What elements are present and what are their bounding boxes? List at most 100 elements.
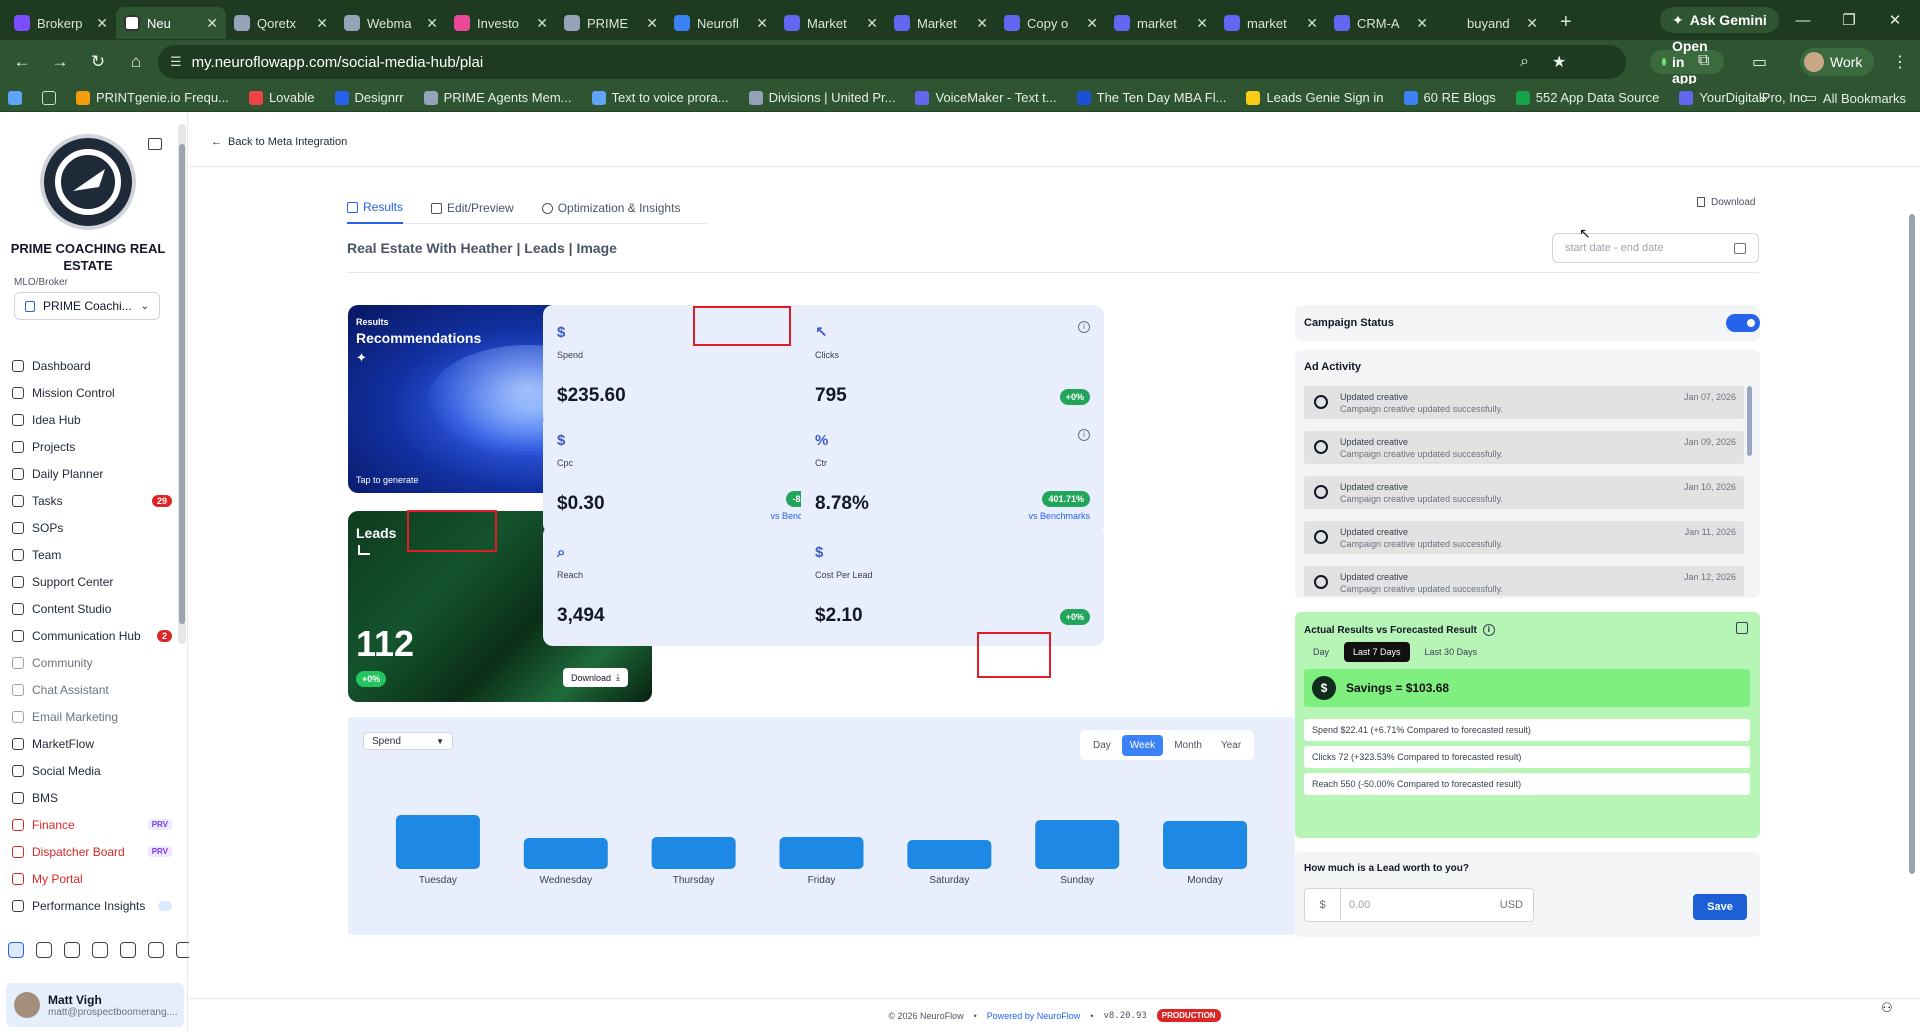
- profile-button[interactable]: Work: [1800, 48, 1875, 76]
- close-tab-icon[interactable]: ✕: [756, 15, 768, 32]
- sidebar-item-sops[interactable]: SOPs: [12, 514, 172, 541]
- user-card[interactable]: Matt Vigh matt@prospectboomerang....: [6, 983, 184, 1027]
- bar-friday[interactable]: [779, 837, 864, 869]
- video-icon[interactable]: [36, 942, 52, 958]
- sidebar-collapse-icon[interactable]: [148, 138, 162, 150]
- home-icon[interactable]: ⌂: [120, 46, 152, 78]
- browser-tab[interactable]: Market ✕: [886, 7, 996, 39]
- close-tab-icon[interactable]: ✕: [646, 15, 658, 32]
- sidebar-item-finance[interactable]: Finance PRV: [12, 811, 172, 838]
- sidebar-item-tasks[interactable]: Tasks 29: [12, 487, 172, 514]
- sidebar-item-social-media[interactable]: Social Media: [12, 757, 172, 784]
- bookmark-item[interactable]: Lovable: [248, 90, 315, 105]
- browser-tab[interactable]: Copy o ✕: [996, 7, 1106, 39]
- browser-tab[interactable]: market ✕: [1216, 7, 1326, 39]
- bar-monday[interactable]: [1163, 821, 1248, 869]
- browser-tab[interactable]: Brokerp ✕: [6, 7, 116, 39]
- bookmark-item[interactable]: 552 App Data Source: [1515, 90, 1659, 105]
- sidebar-item-chat-assistant[interactable]: Chat Assistant: [12, 676, 172, 703]
- leads-download-button[interactable]: Download ⤓: [563, 668, 629, 687]
- sidebar-item-email-marketing[interactable]: Email Marketing: [12, 703, 172, 730]
- zoom-icon[interactable]: ⌕: [1520, 53, 1529, 71]
- close-tab-icon[interactable]: ✕: [866, 15, 878, 32]
- lead-value-input[interactable]: $ 0.00 USD: [1304, 888, 1534, 922]
- sidebar-item-idea-hub[interactable]: Idea Hub: [12, 406, 172, 433]
- browser-tab[interactable]: Neu ✕: [116, 7, 226, 39]
- browser-tab[interactable]: Investo ✕: [446, 7, 556, 39]
- bar-sunday[interactable]: [1035, 820, 1120, 869]
- sidebar-item-dashboard[interactable]: Dashboard: [12, 352, 172, 379]
- info-icon[interactable]: i: [1078, 321, 1090, 333]
- camera-icon[interactable]: [8, 942, 24, 958]
- close-tab-icon[interactable]: ✕: [1196, 15, 1208, 32]
- forecast-tab[interactable]: Last 30 Days: [1416, 642, 1487, 662]
- save-button[interactable]: Save: [1693, 894, 1747, 920]
- bookmark-item[interactable]: YourDigitalPro, Inc: [1679, 90, 1807, 105]
- sidebar-scrollbar[interactable]: [178, 124, 186, 644]
- browser-tab[interactable]: PRIME ✕: [556, 7, 666, 39]
- bookmark-item[interactable]: 60 RE Blogs: [1403, 90, 1496, 105]
- bookmark-star-icon[interactable]: ★: [1552, 52, 1566, 72]
- browser-tab[interactable]: Qoretx ✕: [226, 7, 336, 39]
- bar-wednesday[interactable]: [523, 838, 608, 869]
- tab-optimization[interactable]: Optimization & Insights: [541, 192, 680, 224]
- tab-search-icon[interactable]: [42, 90, 56, 105]
- all-bookmarks-button[interactable]: ▭ All Bookmarks: [1805, 90, 1906, 106]
- close-tab-icon[interactable]: ✕: [1086, 15, 1098, 32]
- info-icon[interactable]: i: [1078, 429, 1090, 441]
- refresh-icon[interactable]: [120, 942, 136, 958]
- close-tab-icon[interactable]: ✕: [426, 15, 438, 32]
- sidebar-item-community[interactable]: Community: [12, 649, 172, 676]
- sidebar-item-support-center[interactable]: Support Center: [12, 568, 172, 595]
- bookmark-item[interactable]: Designrr: [334, 90, 404, 105]
- minimize-button[interactable]: —: [1780, 0, 1826, 40]
- activity-list[interactable]: Updated creative Campaign creative update…: [1304, 386, 1744, 596]
- settings-icon[interactable]: [148, 942, 164, 958]
- back-arrow-icon[interactable]: ←: [6, 46, 38, 78]
- info-icon[interactable]: i: [1482, 624, 1495, 636]
- sidebar-item-performance-insights[interactable]: Performance Insights: [12, 892, 172, 919]
- sidebar-item-marketflow[interactable]: MarketFlow: [12, 730, 172, 757]
- sidepanel-icon[interactable]: ▭: [1752, 52, 1767, 72]
- browser-tab[interactable]: Market ✕: [776, 7, 886, 39]
- close-tab-icon[interactable]: ✕: [316, 15, 328, 32]
- apps-icon[interactable]: [8, 90, 22, 105]
- campaign-status-toggle[interactable]: [1726, 314, 1760, 332]
- sidebar-item-content-studio[interactable]: Content Studio: [12, 595, 172, 622]
- close-tab-icon[interactable]: ✕: [536, 15, 548, 32]
- activity-scrollbar[interactable]: [1747, 386, 1752, 456]
- close-tab-icon[interactable]: ✕: [976, 15, 988, 32]
- vs-benchmarks-link[interactable]: vs Benchmarks: [1028, 511, 1090, 521]
- sidebar-item-bms[interactable]: BMS: [12, 784, 172, 811]
- bookmark-item[interactable]: The Ten Day MBA Fl...: [1076, 90, 1226, 105]
- close-tab-icon[interactable]: ✕: [1306, 15, 1318, 32]
- download-report-button[interactable]: Download: [1697, 192, 1755, 212]
- sidebar-item-projects[interactable]: Projects: [12, 433, 172, 460]
- people-icon[interactable]: ⚇: [1881, 1000, 1893, 1016]
- forecast-tab[interactable]: Last 7 Days: [1344, 642, 1410, 662]
- bookmark-item[interactable]: PRIME Agents Mem...: [423, 90, 572, 105]
- page-scrollbar[interactable]: [1909, 172, 1915, 932]
- tab-results[interactable]: Results: [347, 192, 404, 224]
- new-tab-button[interactable]: +: [1560, 11, 1572, 34]
- bookmark-item[interactable]: VoiceMaker - Text t...: [915, 90, 1057, 105]
- browser-tab[interactable]: Webma ✕: [336, 7, 446, 39]
- browser-tab[interactable]: CRM-A ✕: [1326, 7, 1436, 39]
- browser-tab[interactable]: Neurofl ✕: [666, 7, 776, 39]
- bookmark-item[interactable]: Leads Genie Sign in: [1246, 90, 1384, 105]
- bar-tuesday[interactable]: [395, 815, 480, 869]
- maximize-button[interactable]: ❐: [1826, 0, 1872, 40]
- bar-saturday[interactable]: [907, 840, 992, 869]
- close-tab-icon[interactable]: ✕: [96, 15, 108, 32]
- close-tab-icon[interactable]: ✕: [1526, 15, 1538, 32]
- ask-gemini-button[interactable]: ✦ Ask Gemini: [1660, 7, 1779, 33]
- bookmarks-overflow-icon[interactable]: »: [1760, 91, 1767, 106]
- forward-arrow-icon[interactable]: →: [44, 46, 76, 78]
- sidebar-item-communication-hub[interactable]: Communication Hub 2: [12, 622, 172, 649]
- reload-icon[interactable]: ↻: [82, 46, 114, 78]
- browser-tab[interactable]: market ✕: [1106, 7, 1216, 39]
- media-icon[interactable]: [92, 942, 108, 958]
- forecast-tab[interactable]: Day: [1304, 642, 1338, 662]
- browser-tab[interactable]: buyand ✕: [1436, 7, 1546, 39]
- address-bar[interactable]: ☰ my.neuroflowapp.com/social-media-hub/p…: [158, 38, 1724, 86]
